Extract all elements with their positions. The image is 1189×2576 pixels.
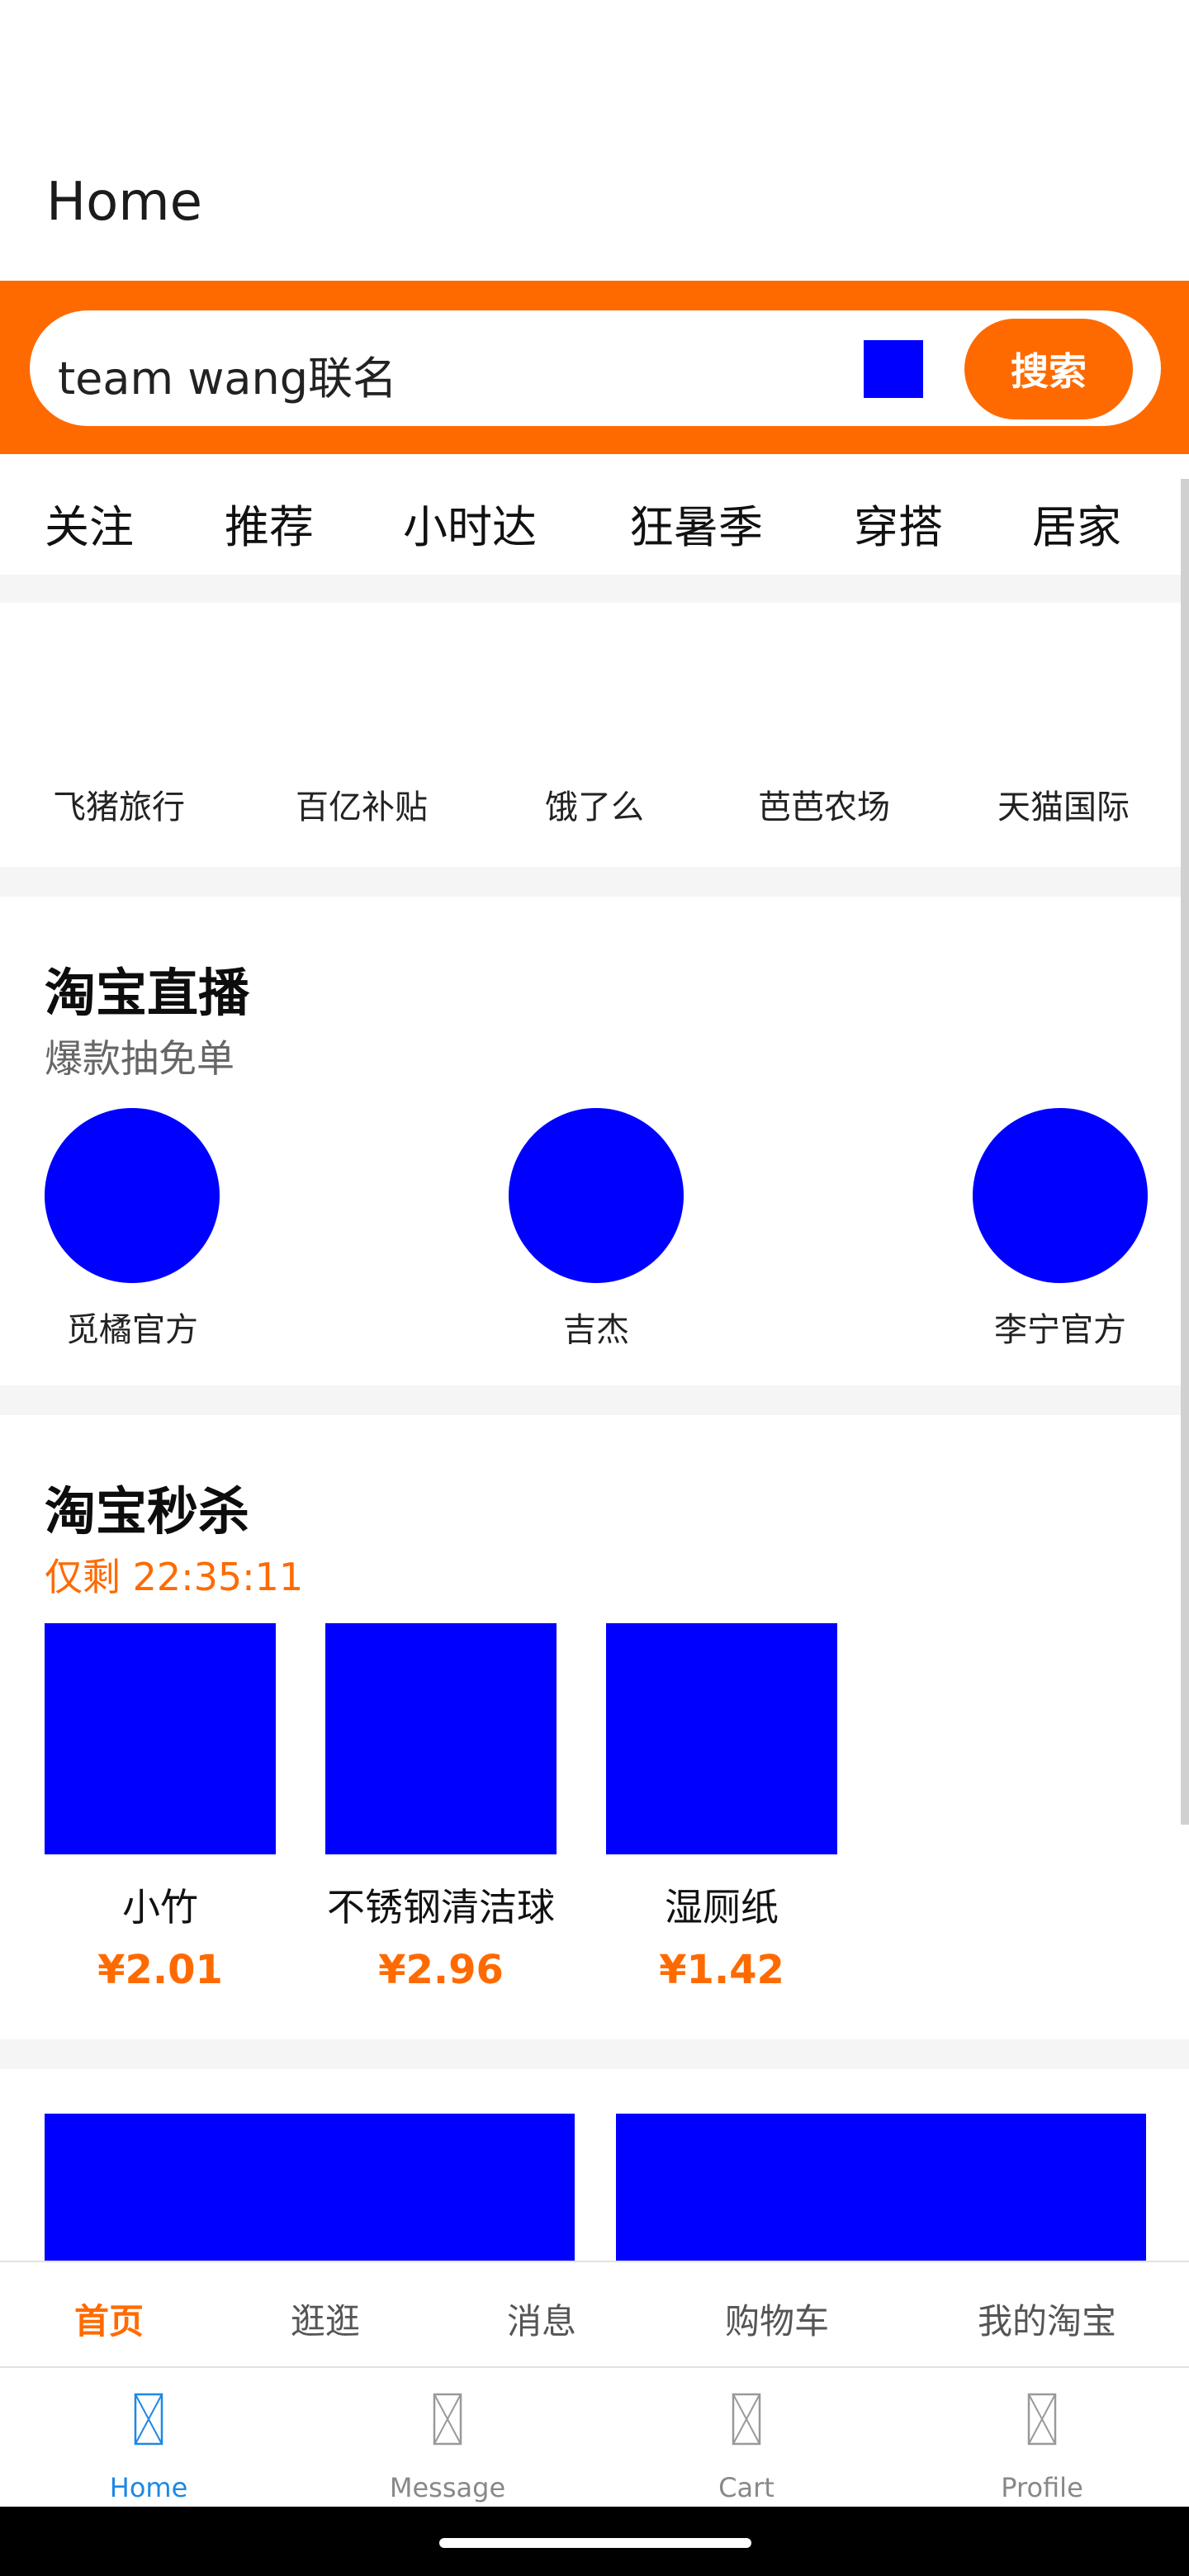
live-card[interactable]: 淘宝直播 爆款抽免单 觅橘官方 吉杰 李宁官方 — [0, 897, 1189, 1385]
home-indicator[interactable] — [439, 2538, 751, 2548]
sub-nav-my-taobao[interactable]: 我的淘宝 — [978, 2294, 1116, 2344]
product-image — [606, 1623, 837, 1854]
live-title: 淘宝直播 — [45, 963, 250, 1023]
tab-outfit[interactable]: 穿搭 — [854, 490, 943, 556]
flash-item[interactable]: 小竹 ¥2.01 — [45, 1623, 276, 1993]
sub-nav-browse[interactable]: 逛逛 — [291, 2294, 360, 2344]
divider — [0, 575, 1189, 603]
live-item-name: 吉杰 — [563, 1311, 629, 1349]
bottom-nav-label: Home — [109, 2472, 188, 2503]
tab-summer[interactable]: 狂暑季 — [629, 490, 763, 556]
home-icon — [134, 2393, 163, 2446]
divider — [0, 1385, 1189, 1415]
live-item-name: 李宁官方 — [994, 1311, 1126, 1349]
quick-link-subsidy[interactable]: 百亿补贴 — [296, 780, 428, 828]
bottom-nav-home[interactable]: Home — [0, 2368, 297, 2507]
avatar — [509, 1108, 684, 1283]
status-area — [0, 0, 1189, 157]
cart-icon — [732, 2393, 761, 2446]
tab-follow[interactable]: 关注 — [45, 490, 134, 556]
bottom-nav-message[interactable]: Message — [299, 2368, 596, 2507]
product-price: ¥2.01 — [97, 1947, 223, 1993]
quick-links: 飞猪旅行 百亿补贴 饿了么 芭芭农场 天猫国际 — [0, 603, 1189, 867]
feed-card-left[interactable] — [45, 2114, 575, 2279]
sub-nav-cart[interactable]: 购物车 — [725, 2294, 829, 2344]
sub-nav-messages[interactable]: 消息 — [507, 2294, 576, 2344]
divider — [0, 2039, 1189, 2069]
page-title: Home — [46, 172, 202, 233]
tab-home-living[interactable]: 居家 — [1032, 490, 1121, 556]
search-input[interactable]: team wang联名 — [58, 342, 397, 407]
quick-link-eleme[interactable]: 饿了么 — [545, 780, 644, 828]
divider — [0, 867, 1189, 897]
camera-icon[interactable] — [864, 340, 923, 398]
scrollbar[interactable] — [1181, 479, 1189, 1825]
flash-sale-title: 淘宝秒杀 — [45, 1481, 250, 1541]
bottom-nav-cart[interactable]: Cart — [598, 2368, 895, 2507]
product-name: 不锈钢清洁球 — [327, 1885, 555, 1930]
feed-card-right[interactable] — [616, 2114, 1146, 2279]
bottom-nav-profile[interactable]: Profile — [893, 2368, 1189, 2507]
product-price: ¥1.42 — [659, 1947, 784, 1993]
search-button[interactable]: 搜索 — [964, 319, 1133, 419]
tab-recommend[interactable]: 推荐 — [225, 490, 314, 556]
flash-item[interactable]: 湿厕纸 ¥1.42 — [606, 1623, 837, 1993]
feed-section — [0, 2069, 1189, 2279]
bottom-nav-label: Profile — [1001, 2472, 1083, 2503]
product-image — [325, 1623, 557, 1854]
live-item[interactable]: 李宁官方 — [973, 1108, 1148, 1351]
search-bar[interactable]: team wang联名 搜索 — [30, 310, 1161, 426]
quick-link-farm[interactable]: 芭芭农场 — [758, 780, 890, 828]
quick-link-tmall-global[interactable]: 天猫国际 — [997, 780, 1130, 828]
avatar — [973, 1108, 1148, 1283]
flash-sale-countdown: 仅剩 22:35:11 — [45, 1555, 304, 1599]
profile-icon — [1027, 2393, 1057, 2446]
product-image — [45, 1623, 276, 1854]
product-name: 小竹 — [122, 1885, 198, 1930]
tab-hourly[interactable]: 小时达 — [403, 490, 537, 556]
sub-nav-home[interactable]: 首页 — [74, 2294, 144, 2344]
flash-item[interactable]: 不锈钢清洁球 ¥2.96 — [325, 1623, 557, 1993]
system-navigation-bar — [0, 2507, 1189, 2576]
live-subtitle: 爆款抽免单 — [45, 1036, 234, 1081]
category-tabs: 关注 推荐 小时达 狂暑季 穿搭 居家 — [0, 454, 1189, 575]
avatar — [45, 1108, 220, 1283]
product-price: ¥2.96 — [378, 1947, 504, 1993]
live-item-name: 觅橘官方 — [66, 1311, 198, 1349]
product-name: 湿厕纸 — [665, 1885, 779, 1930]
quick-link-fliggy[interactable]: 飞猪旅行 — [53, 780, 185, 828]
flash-sale-card[interactable]: 淘宝秒杀 仅剩 22:35:11 小竹 ¥2.01 不锈钢清洁球 ¥2.96 湿… — [0, 1415, 1189, 2039]
message-icon — [433, 2393, 462, 2446]
bottom-nav-label: Cart — [718, 2472, 775, 2503]
search-band: team wang联名 搜索 — [0, 281, 1189, 454]
sub-nav: 首页 逛逛 消息 购物车 我的淘宝 — [0, 2261, 1189, 2368]
bottom-nav: Home Message Cart Profile — [0, 2368, 1189, 2507]
live-item[interactable]: 觅橘官方 — [45, 1108, 220, 1351]
bottom-nav-label: Message — [389, 2472, 506, 2503]
live-item[interactable]: 吉杰 — [509, 1108, 684, 1351]
